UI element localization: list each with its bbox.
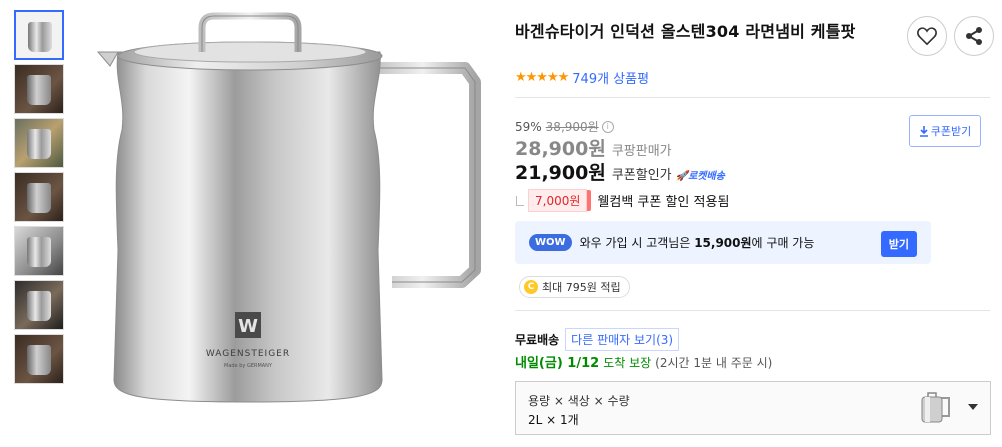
rocket-delivery-badge: 🚀로켓배송 bbox=[675, 171, 725, 182]
thumbnail-2[interactable] bbox=[14, 64, 64, 114]
arrival-info: 내일(금) 1/12 도착 보장 (2시간 1분 내 주문 시) bbox=[515, 352, 772, 371]
pot-thumbnail-image bbox=[28, 22, 52, 52]
applied-coupon-row: 7,000원 웰컴백 쿠폰 할인 적용됨 bbox=[515, 189, 729, 212]
product-title: 바겐슈타이거 인덕션 올스텐304 라면냄비 케틀팟 bbox=[515, 22, 856, 41]
wow-text-prefix: 와우 가입 시 고객님은 bbox=[579, 236, 695, 250]
cashback-text: 최대 795원 적립 bbox=[542, 281, 621, 294]
pot-thumbnail-image bbox=[27, 183, 51, 213]
coupon-price: 21,900원 bbox=[515, 162, 606, 184]
wow-get-button[interactable]: 받기 bbox=[880, 231, 917, 257]
tree-branch-line bbox=[516, 195, 524, 206]
product-info-panel: 바겐슈타이거 인덕션 올스텐304 라면냄비 케틀팟 ★★★★★ 749개 상품… bbox=[515, 0, 1002, 447]
divider bbox=[515, 310, 990, 311]
thumbnail-3[interactable] bbox=[14, 118, 64, 168]
star-rating: ★★★★★ bbox=[515, 70, 569, 85]
coupang-price: 28,900원 bbox=[515, 138, 606, 160]
download-icon bbox=[919, 125, 928, 137]
pot-thumbnail-image bbox=[27, 291, 51, 321]
other-sellers-button[interactable]: 다른 판매자 보기(3) bbox=[565, 328, 680, 351]
brand-logo-subtext: Made by GERMANY bbox=[224, 363, 273, 369]
arrival-condition: (2시간 1분 내 주문 시) bbox=[655, 356, 773, 370]
coin-icon: C bbox=[524, 280, 538, 294]
share-button[interactable] bbox=[954, 16, 994, 56]
discount-rate: 59% bbox=[515, 119, 542, 134]
free-shipping-label: 무료배송 bbox=[515, 333, 560, 347]
cashback-badge: C 최대 795원 적립 bbox=[519, 276, 630, 298]
kettle-pot-illustration: W WAGENSTEIGER Made by GERMANY bbox=[96, 12, 481, 403]
info-icon[interactable]: i bbox=[601, 120, 614, 133]
review-count-link[interactable]: 749개 상품평 bbox=[572, 68, 649, 87]
wishlist-button[interactable] bbox=[907, 16, 947, 56]
shipping-row: 무료배송 다른 판매자 보기(3) bbox=[515, 328, 680, 351]
thumbnail-4[interactable] bbox=[14, 172, 64, 222]
main-product-image: W WAGENSTEIGER Made by GERMANY bbox=[70, 0, 498, 447]
coupon-download-label: 쿠폰받기 bbox=[930, 125, 972, 138]
rating[interactable]: ★★★★★ 749개 상품평 bbox=[515, 68, 649, 87]
coupang-price-label: 쿠팡판매가 bbox=[611, 144, 672, 159]
coupon-amount-tag: 7,000원 bbox=[528, 189, 592, 212]
pot-thumbnail-image bbox=[27, 75, 51, 105]
chevron-down-icon[interactable] bbox=[968, 404, 978, 410]
wow-text: 와우 가입 시 고객님은 15,900원에 구매 가능 bbox=[580, 234, 815, 251]
coupon-price-label: 쿠폰할인가 bbox=[611, 168, 672, 183]
thumbnail-6[interactable] bbox=[14, 280, 64, 330]
original-price: 38,900원 bbox=[545, 120, 599, 134]
thumbnail-7[interactable] bbox=[14, 334, 64, 384]
heart-icon bbox=[917, 27, 937, 45]
option-value: 2L × 1개 bbox=[528, 413, 579, 427]
thumbnail-1[interactable] bbox=[14, 10, 64, 60]
divider bbox=[515, 97, 990, 98]
thumbnail-list bbox=[14, 10, 64, 388]
option-labels: 용량 × 색상 × 수량 bbox=[528, 394, 630, 408]
share-icon bbox=[966, 27, 982, 45]
pot-thumbnail-image bbox=[27, 237, 51, 267]
thumbnail-5[interactable] bbox=[14, 226, 64, 276]
option-thumbnail-image bbox=[921, 392, 950, 423]
arrival-date: 내일(금) 1/12 bbox=[515, 356, 600, 371]
coupon-applied-text: 웰컴백 쿠폰 할인 적용됨 bbox=[597, 195, 730, 210]
brand-logo-text: WAGENSTEIGER bbox=[206, 349, 290, 359]
brand-logo-letter: W bbox=[238, 316, 258, 337]
wow-membership-banner: WOW 와우 가입 시 고객님은 15,900원에 구매 가능 받기 bbox=[515, 221, 931, 264]
option-selector[interactable]: 용량 × 색상 × 수량 2L × 1개 bbox=[515, 381, 991, 435]
wow-badge: WOW bbox=[529, 234, 572, 251]
discount-row: 59% 38,900원 i bbox=[515, 118, 614, 135]
coupang-price-row: 28,900원 쿠팡판매가 bbox=[515, 134, 672, 161]
wow-price: 15,900원 bbox=[694, 236, 752, 250]
coupon-download-button[interactable]: 쿠폰받기 bbox=[909, 115, 981, 147]
pot-thumbnail-image bbox=[27, 345, 51, 375]
pot-thumbnail-image bbox=[27, 129, 51, 159]
wow-text-suffix: 에 구매 가능 bbox=[751, 236, 815, 250]
coupon-price-row: 21,900원 쿠폰할인가 🚀로켓배송 bbox=[515, 158, 725, 185]
arrival-guarantee: 도착 보장 bbox=[603, 356, 652, 370]
